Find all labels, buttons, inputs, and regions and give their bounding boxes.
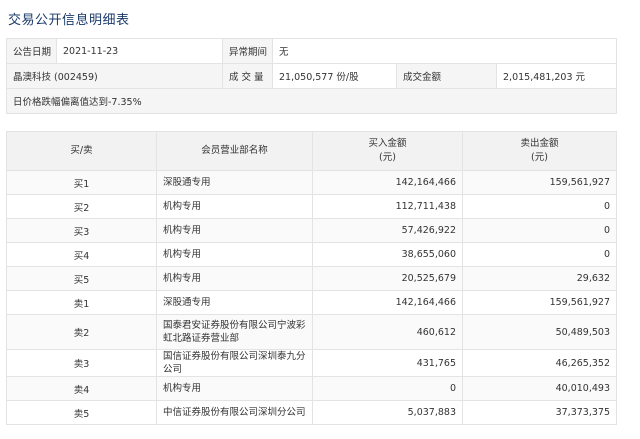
table-row: 卖1 深股通专用 142,164,466 159,561,927 <box>6 290 617 315</box>
row-member-name: 机构专用 <box>156 218 313 243</box>
header-sell-amount: 卖出金额 (元) <box>462 131 617 171</box>
row-sell-amount: 46,265,352 <box>462 349 617 377</box>
row-member-name: 国信证券股份有限公司深圳泰九分公司 <box>156 349 313 377</box>
row-member-name: 中信证券股份有限公司深圳分公司 <box>156 400 313 425</box>
table-row: 卖5 中信证券股份有限公司深圳分公司 5,037,883 37,373,375 <box>6 400 617 425</box>
table-header-row: 买/卖 会员营业部名称 买入金额 (元) 卖出金额 (元) <box>6 131 617 171</box>
trading-detail-table: 买/卖 会员营业部名称 买入金额 (元) 卖出金额 (元) 买1 深股通专用 1… <box>6 131 617 425</box>
row-sell-amount: 159,561,927 <box>462 290 617 315</box>
row-member-name: 深股通专用 <box>156 290 313 315</box>
row-buy-amount: 20,525,679 <box>312 266 463 291</box>
announce-date-value: 2021-11-23 <box>56 38 223 64</box>
row-sell-amount: 159,561,927 <box>462 170 617 195</box>
table-row: 卖2 国泰君安证券股份有限公司宁波彩虹北路证券营业部 460,612 50,48… <box>6 314 617 350</box>
row-buy-amount: 57,426,922 <box>312 218 463 243</box>
row-side: 买5 <box>6 266 157 291</box>
row-side: 卖5 <box>6 400 157 425</box>
announce-date-label: 公告日期 <box>6 38 57 64</box>
row-buy-amount: 112,711,438 <box>312 194 463 219</box>
row-buy-amount: 5,037,883 <box>312 400 463 425</box>
table-row: 卖3 国信证券股份有限公司深圳泰九分公司 431,765 46,265,352 <box>6 349 617 377</box>
row-side: 卖2 <box>6 314 157 350</box>
row-buy-amount: 142,164,466 <box>312 290 463 315</box>
amount-value: 2,015,481,203 元 <box>495 63 618 89</box>
row-side: 买3 <box>6 218 157 243</box>
summary-row-volume: 晶澳科技 (002459) 成 交 量 21,050,577 份/股 成交金额 … <box>6 63 618 89</box>
summary-table: 公告日期 2021-11-23 异常期间 无 晶澳科技 (002459) 成 交… <box>5 38 618 114</box>
header-sell-amount-line1: 卖出金额 <box>520 138 559 149</box>
row-sell-amount: 37,373,375 <box>462 400 617 425</box>
row-member-name: 机构专用 <box>156 194 313 219</box>
header-buy-amount-unit: (元) <box>379 152 396 163</box>
row-sell-amount: 29,632 <box>462 266 617 291</box>
row-buy-amount: 142,164,466 <box>312 170 463 195</box>
row-member-name: 国泰君安证券股份有限公司宁波彩虹北路证券营业部 <box>156 314 313 350</box>
row-sell-amount: 0 <box>462 242 617 267</box>
row-sell-amount: 0 <box>462 194 617 219</box>
table-row: 买3 机构专用 57,426,922 0 <box>6 218 617 243</box>
header-sell-amount-unit: (元) <box>531 152 548 163</box>
row-side: 卖4 <box>6 376 157 401</box>
row-member-name: 机构专用 <box>156 376 313 401</box>
stock-name: 晶澳科技 (002459) <box>6 63 223 89</box>
page-title: 交易公开信息明细表 <box>8 13 130 28</box>
table-row: 卖4 机构专用 0 40,010,493 <box>6 376 617 401</box>
row-buy-amount: 0 <box>312 376 463 401</box>
header-member-name: 会员营业部名称 <box>156 131 313 171</box>
header-buy-amount: 买入金额 (元) <box>312 131 463 171</box>
row-member-name: 机构专用 <box>156 242 313 267</box>
row-buy-amount: 460,612 <box>312 314 463 350</box>
volume-value: 21,050,577 份/股 <box>272 63 397 89</box>
row-side: 卖1 <box>6 290 157 315</box>
row-sell-amount: 0 <box>462 218 617 243</box>
row-buy-amount: 431,765 <box>312 349 463 377</box>
volume-label: 成 交 量 <box>222 63 273 89</box>
row-sell-amount: 40,010,493 <box>462 376 617 401</box>
row-member-name: 深股通专用 <box>156 170 313 195</box>
row-side: 买1 <box>6 170 157 195</box>
abnormal-period-value: 无 <box>271 38 618 64</box>
summary-row-date: 公告日期 2021-11-23 异常期间 无 <box>6 38 618 64</box>
table-row: 买1 深股通专用 142,164,466 159,561,927 <box>6 170 617 195</box>
row-side: 买2 <box>6 194 157 219</box>
deviation-note: 日价格跌幅偏离值达到-7.35% <box>5 88 618 114</box>
row-side: 卖3 <box>6 349 157 377</box>
table-row: 买2 机构专用 112,711,438 0 <box>6 194 617 219</box>
header-buy-amount-line1: 买入金额 <box>368 138 407 149</box>
row-buy-amount: 38,655,060 <box>312 242 463 267</box>
table-row: 买5 机构专用 20,525,679 29,632 <box>6 266 617 291</box>
table-row: 买4 机构专用 38,655,060 0 <box>6 242 617 267</box>
row-side: 买4 <box>6 242 157 267</box>
amount-label: 成交金额 <box>396 63 497 89</box>
header-side: 买/卖 <box>6 131 157 171</box>
summary-row-note: 日价格跌幅偏离值达到-7.35% <box>5 88 618 114</box>
row-sell-amount: 50,489,503 <box>462 314 617 350</box>
row-member-name: 机构专用 <box>156 266 313 291</box>
abnormal-period-label: 异常期间 <box>222 38 273 64</box>
